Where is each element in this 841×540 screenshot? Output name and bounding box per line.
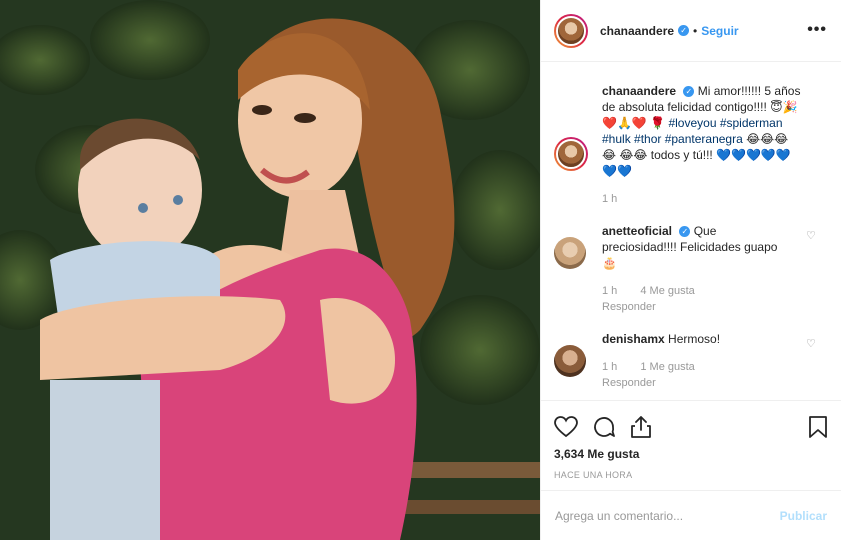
comment-item: denishamx Hermoso! 1 h 1 Me gusta Respon… [554,331,828,391]
comment-meta: 1 h 4 Me gusta Responder [602,283,782,315]
commenter-avatar[interactable] [554,345,586,377]
follow-button[interactable]: Seguir [701,24,738,38]
author-avatar[interactable] [554,13,588,48]
comment-likes[interactable]: 1 Me gusta [640,361,694,373]
post-header: chanaandere ✓ • Seguir ••• [541,0,841,62]
caption-avatar[interactable] [554,137,588,171]
comment-heart-icon[interactable]: ♡ [806,229,818,242]
caption: chanaandere ✓ Mi amor!!!!!! 5 años de ab… [554,63,828,207]
comment-likes[interactable]: 4 Me gusta [640,285,694,297]
comment-meta: 1 h 1 Me gusta Responder [602,359,782,391]
post-timestamp[interactable]: HACE UNA HORA [554,470,828,480]
verified-icon: ✓ [683,86,695,98]
post-photo[interactable] [0,0,540,540]
comment-body: denishamx Hermoso! 1 h 1 Me gusta Respon… [602,331,782,391]
reply-button[interactable]: Responder [602,301,656,313]
reply-button[interactable]: Responder [602,377,656,389]
comment-input[interactable] [555,508,780,523]
comment-time: 1 h [602,285,618,297]
post-sidebar: chanaandere ✓ • Seguir ••• chanaandere ✓… [540,0,841,540]
caption-time: 1 h [602,193,618,205]
comment-time: 1 h [602,361,618,373]
commenter-username[interactable]: anetteoficial [602,224,672,238]
comment-heart-icon[interactable]: ♡ [806,337,818,350]
photo-illustration [0,0,540,540]
comment-text: Hermoso! [668,332,721,346]
bookmark-icon[interactable] [808,415,828,439]
post-actions: 3,634 Me gusta HACE UNA HORA [541,400,841,490]
caption-meta: 1 h [602,191,802,207]
comment-body: anetteoficial ✓ Que preciosidad!!!! Feli… [602,223,782,315]
comment-icon[interactable] [592,415,616,439]
caption-body: chanaandere ✓ Mi amor!!!!!! 5 años de ab… [602,83,802,207]
separator-dot: • [693,23,698,38]
caption-username[interactable]: chanaandere [602,84,676,98]
comment-composer: Publicar [541,490,841,540]
share-icon[interactable] [630,415,652,439]
publish-button[interactable]: Publicar [780,509,827,523]
author-username[interactable]: chanaandere [600,24,674,38]
comments-list[interactable]: chanaandere ✓ Mi amor!!!!!! 5 años de ab… [541,63,841,400]
commenter-username[interactable]: denishamx [602,332,665,346]
action-icons [554,413,828,441]
verified-icon: ✓ [678,25,690,36]
more-icon[interactable]: ••• [807,22,827,38]
likes-count[interactable]: 3,634 Me gusta [554,447,828,461]
comment-item: anetteoficial ✓ Que preciosidad!!!! Feli… [554,223,828,315]
heart-icon[interactable] [554,416,578,438]
commenter-avatar[interactable] [554,237,586,269]
verified-icon: ✓ [679,226,691,238]
